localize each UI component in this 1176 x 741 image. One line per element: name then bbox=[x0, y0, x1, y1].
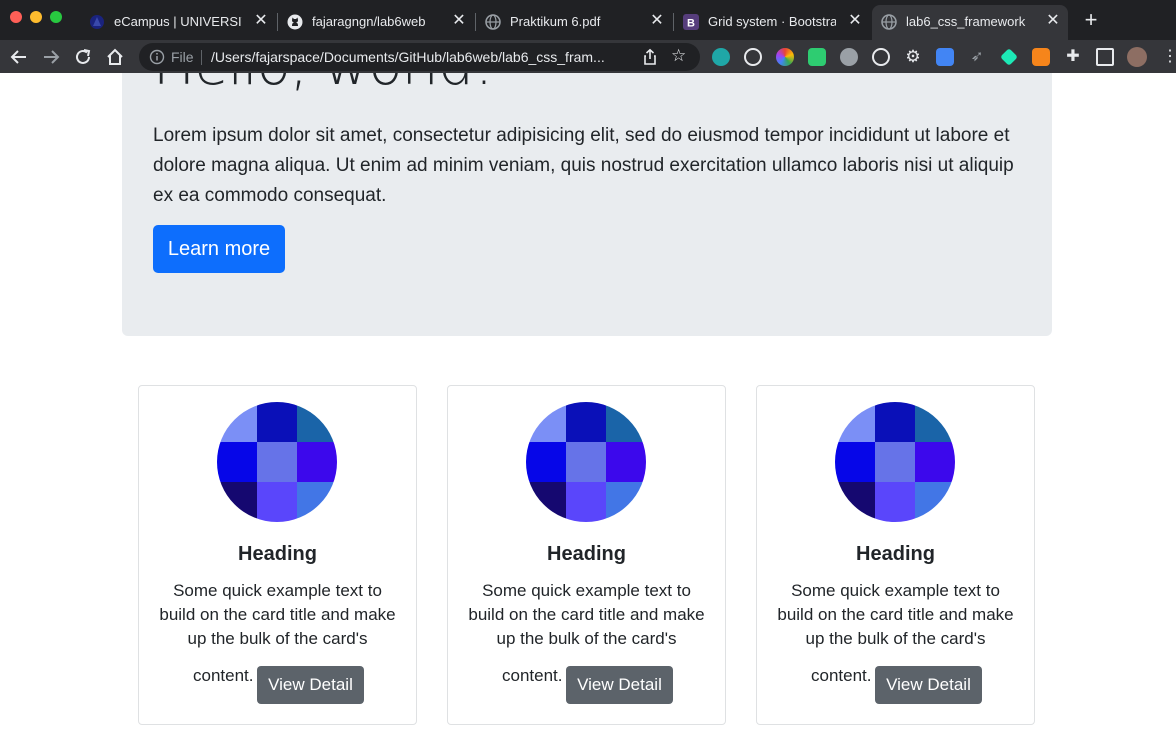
home-button[interactable] bbox=[104, 46, 126, 68]
bookmark-star-icon[interactable]: ☆ bbox=[671, 46, 686, 66]
tab-close-icon[interactable]: ✕ bbox=[1044, 12, 1062, 30]
extension-n-icon[interactable] bbox=[808, 48, 826, 66]
card-heading: Heading bbox=[856, 543, 935, 565]
card-image bbox=[835, 402, 955, 522]
card-text-end: content. bbox=[502, 666, 563, 685]
card: Heading Some quick example text to build… bbox=[138, 385, 417, 725]
tab-title: lab6_css_framework bbox=[906, 14, 1026, 29]
card: Heading Some quick example text to build… bbox=[756, 385, 1035, 725]
jumbotron-title: Hello, world! bbox=[153, 73, 495, 98]
tab-title: fajaragngn/lab6web bbox=[312, 14, 426, 29]
window-close-button[interactable] bbox=[10, 11, 22, 23]
menu-kebab-icon[interactable]: ⋮ bbox=[1162, 48, 1176, 66]
view-detail-button[interactable]: View Detail bbox=[875, 666, 982, 704]
github-icon bbox=[286, 13, 304, 31]
forward-button[interactable] bbox=[40, 46, 62, 68]
browser-toolbar: File /Users/fajarspace/Documents/GitHub/… bbox=[0, 40, 1176, 73]
profile-avatar[interactable] bbox=[1127, 47, 1147, 67]
tab-praktikum-pdf[interactable]: Praktikum 6.pdf ✕ bbox=[476, 5, 672, 40]
address-bar[interactable]: File /Users/fajarspace/Documents/GitHub/… bbox=[139, 43, 700, 71]
tab-strip: eCampus | UNIVERSITA ✕ fajaragngn/lab6we… bbox=[0, 0, 1176, 40]
card-heading: Heading bbox=[238, 543, 317, 565]
card-image bbox=[526, 402, 646, 522]
arrow-left-icon bbox=[10, 50, 26, 64]
tab-title: eCampus | UNIVERSITA bbox=[114, 14, 242, 29]
jumbotron: Hello, world! Lorem ipsum dolor sit amet… bbox=[122, 73, 1052, 336]
info-icon[interactable] bbox=[149, 49, 165, 65]
window-minimize-button[interactable] bbox=[30, 11, 42, 23]
metamask-fox-icon[interactable] bbox=[1032, 48, 1050, 66]
extension-turtle-icon[interactable] bbox=[840, 48, 858, 66]
tab-close-icon[interactable]: ✕ bbox=[648, 12, 666, 30]
scheme-label: File bbox=[171, 49, 194, 65]
learn-more-button[interactable]: Learn more bbox=[153, 225, 285, 273]
bootstrap-icon: B bbox=[682, 13, 700, 31]
reload-button[interactable] bbox=[72, 46, 94, 68]
card-text-end: content. bbox=[193, 666, 254, 685]
jumbotron-text: Lorem ipsum dolor sit amet, consectetur … bbox=[153, 125, 1014, 206]
tab-title: Praktikum 6.pdf bbox=[510, 14, 601, 29]
extensions-puzzle-icon[interactable]: ✚ bbox=[1064, 48, 1082, 66]
card-text: Some quick example text to build on the … bbox=[159, 581, 396, 648]
extension-diamond-icon[interactable] bbox=[1000, 48, 1018, 66]
reload-icon bbox=[76, 49, 91, 64]
tab-close-icon[interactable]: ✕ bbox=[846, 12, 864, 30]
ecampus-favicon-icon bbox=[88, 13, 106, 31]
tab-close-icon[interactable]: ✕ bbox=[450, 12, 468, 30]
card: Heading Some quick example text to build… bbox=[447, 385, 726, 725]
extension-gauge-icon[interactable] bbox=[872, 48, 890, 66]
home-icon bbox=[107, 48, 123, 65]
back-button[interactable] bbox=[8, 46, 30, 68]
tab-ecampus[interactable]: eCampus | UNIVERSITA ✕ bbox=[80, 5, 276, 40]
view-detail-button[interactable]: View Detail bbox=[257, 666, 364, 704]
share-icon[interactable] bbox=[641, 48, 659, 66]
tab-github[interactable]: fajaragngn/lab6web ✕ bbox=[278, 5, 474, 40]
window-zoom-button[interactable] bbox=[50, 11, 62, 23]
svg-text:B: B bbox=[687, 18, 695, 30]
card-image bbox=[217, 402, 337, 522]
tab-lab6-css-framework[interactable]: lab6_css_framework ✕ bbox=[872, 5, 1068, 40]
arrow-right-icon bbox=[44, 50, 60, 64]
address-divider bbox=[201, 50, 202, 65]
view-detail-button[interactable]: View Detail bbox=[566, 666, 673, 704]
tab-close-icon[interactable]: ✕ bbox=[252, 12, 270, 30]
globe-icon bbox=[484, 13, 502, 31]
url-text[interactable]: /Users/fajarspace/Documents/GitHub/lab6w… bbox=[211, 49, 631, 65]
extension-translate-icon[interactable] bbox=[936, 48, 954, 66]
extension-colorwheel-icon[interactable] bbox=[776, 48, 794, 66]
gear-icon[interactable]: ⚙ bbox=[904, 48, 922, 66]
globe-icon bbox=[880, 13, 898, 31]
tab-title: Grid system · Bootstrap bbox=[708, 14, 836, 29]
extension-m-icon[interactable] bbox=[712, 48, 730, 66]
page-viewport: Hello, world! Lorem ipsum dolor sit amet… bbox=[0, 73, 1176, 741]
card-text: Some quick example text to build on the … bbox=[468, 581, 705, 648]
new-tab-button[interactable]: + bbox=[1080, 9, 1102, 32]
card-text: Some quick example text to build on the … bbox=[777, 581, 1014, 648]
tab-bootstrap-grid[interactable]: B Grid system · Bootstrap ✕ bbox=[674, 5, 870, 40]
rocket-icon[interactable]: ➶ bbox=[968, 48, 986, 66]
extension-lightbulb-icon[interactable] bbox=[744, 48, 762, 66]
card-heading: Heading bbox=[547, 543, 626, 565]
card-text-end: content. bbox=[811, 666, 872, 685]
side-panel-icon[interactable] bbox=[1096, 48, 1114, 66]
